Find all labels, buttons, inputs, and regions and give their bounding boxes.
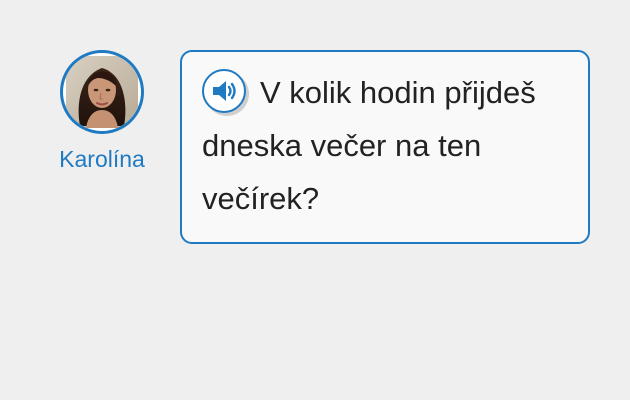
dialogue-stage: Karolína V kolik hodin přijdeš dneska ve… — [0, 0, 630, 400]
speech-bubble: V kolik hodin přijdeš dneska večer na te… — [180, 50, 590, 244]
woman-portrait-avatar — [66, 56, 138, 128]
speaker-volume-icon — [213, 81, 236, 101]
speaker-avatar — [60, 50, 144, 134]
speaker-panel: Karolína — [50, 50, 154, 174]
audio-play-button[interactable] — [202, 69, 246, 113]
speech-text: V kolik hodin přijdeš dneska večer na te… — [202, 75, 536, 216]
speech-text-container: V kolik hodin přijdeš dneska večer na te… — [202, 66, 568, 225]
speaker-name: Karolína — [59, 146, 145, 172]
